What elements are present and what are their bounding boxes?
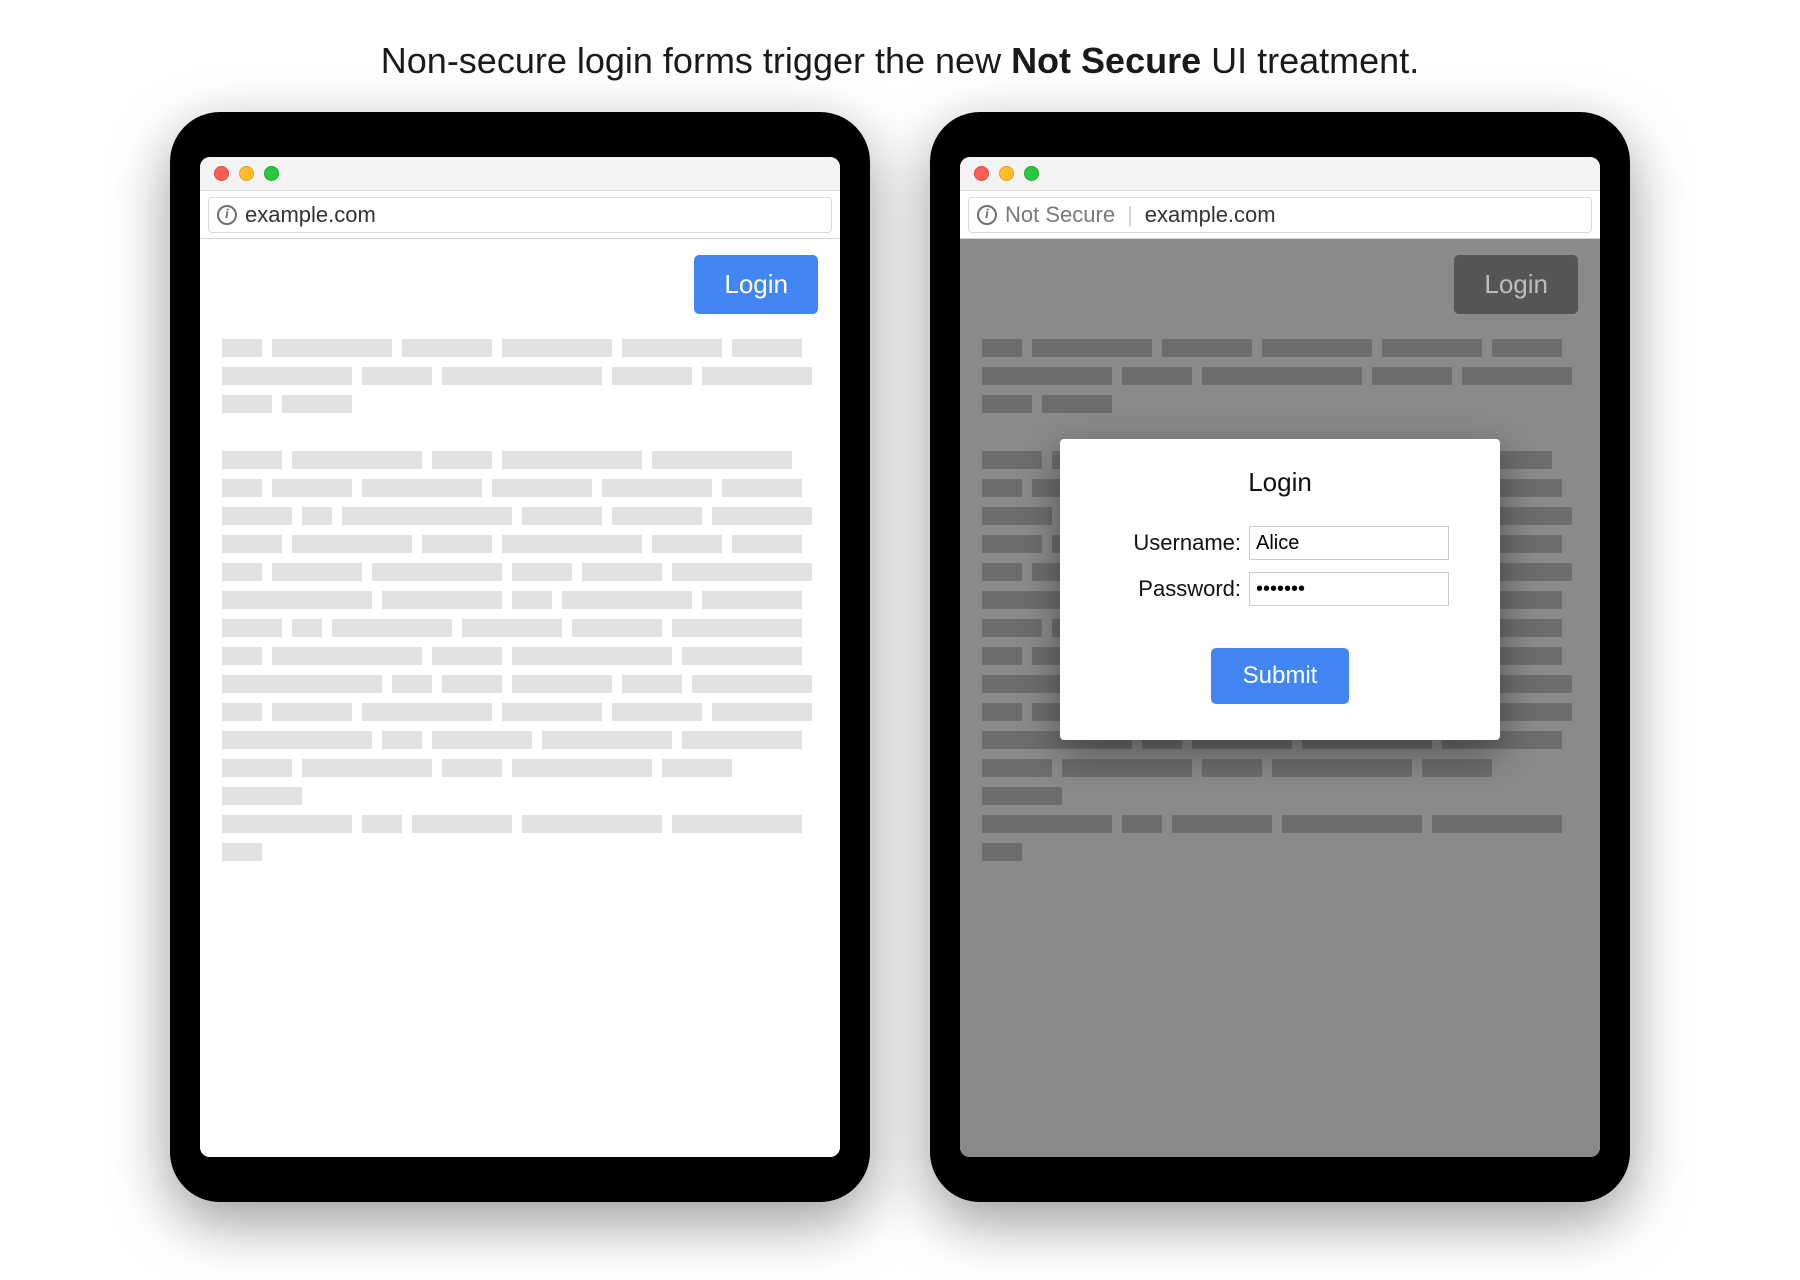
password-row: Password:: [1090, 572, 1470, 606]
password-label: Password:: [1111, 576, 1241, 602]
not-secure-label: Not Secure: [1005, 202, 1115, 228]
close-icon[interactable]: [974, 166, 989, 181]
caption-pre: Non-secure login forms trigger the new: [381, 40, 1011, 81]
close-icon[interactable]: [214, 166, 229, 181]
window-titlebar: [200, 157, 840, 191]
browser-window-right: i Not Secure | example.com Login: [960, 157, 1600, 1157]
url-text: example.com: [245, 202, 376, 228]
dialog-title: Login: [1090, 467, 1470, 498]
device-frame-right: i Not Secure | example.com Login: [930, 112, 1630, 1202]
username-label: Username:: [1111, 530, 1241, 556]
username-input[interactable]: [1249, 526, 1449, 560]
address-divider: |: [1127, 202, 1133, 228]
address-input[interactable]: i example.com: [208, 197, 832, 233]
url-text: example.com: [1145, 202, 1276, 228]
info-icon[interactable]: i: [977, 205, 997, 225]
caption-post: UI treatment.: [1201, 40, 1419, 81]
browser-window-left: i example.com Login: [200, 157, 840, 1157]
username-row: Username:: [1090, 526, 1470, 560]
page-viewport-right: Login: [960, 239, 1600, 1157]
page-viewport-left: Login: [200, 239, 840, 1157]
window-titlebar: [960, 157, 1600, 191]
address-input[interactable]: i Not Secure | example.com: [968, 197, 1592, 233]
login-button[interactable]: Login: [1454, 255, 1578, 314]
address-bar: i Not Secure | example.com: [960, 191, 1600, 239]
content-placeholder: [222, 339, 818, 861]
caption-bold: Not Secure: [1011, 40, 1201, 81]
caption-text: Non-secure login forms trigger the new N…: [381, 40, 1419, 82]
minimize-icon[interactable]: [999, 166, 1014, 181]
login-dialog: Login Username: Password: Submit: [1060, 439, 1500, 740]
info-icon[interactable]: i: [217, 205, 237, 225]
password-input[interactable]: [1249, 572, 1449, 606]
submit-button[interactable]: Submit: [1211, 648, 1350, 704]
maximize-icon[interactable]: [1024, 166, 1039, 181]
maximize-icon[interactable]: [264, 166, 279, 181]
login-button[interactable]: Login: [694, 255, 818, 314]
address-bar: i example.com: [200, 191, 840, 239]
minimize-icon[interactable]: [239, 166, 254, 181]
device-frame-left: i example.com Login: [170, 112, 870, 1202]
